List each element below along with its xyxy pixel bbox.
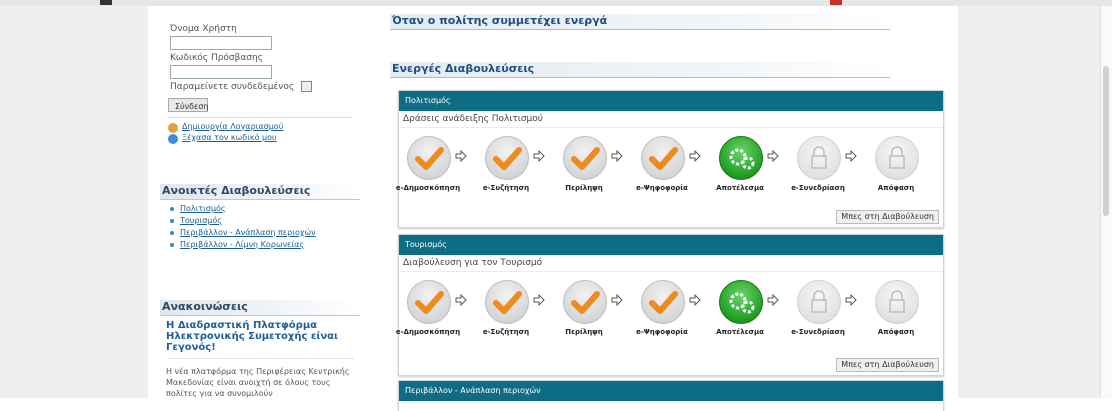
consultation-panel: Πολιτισμός Δράσεις ανάδειξης Πολιτισμού … xyxy=(396,90,944,228)
step-done-checkmark-icon[interactable] xyxy=(485,280,529,324)
step-locked-icon[interactable] xyxy=(797,136,841,180)
step-label: Αποτέλεσμα xyxy=(716,328,764,336)
step-done-checkmark-icon[interactable] xyxy=(641,280,685,324)
username-label: Όνομα Χρήστη xyxy=(170,24,237,34)
page-background-right xyxy=(958,6,1100,398)
process-steps: e-Δημοσκόπηση e-Συζήτηση Περίληψη e-Ψηφοφορ… xyxy=(396,272,943,342)
bullet-icon xyxy=(170,242,174,247)
help-icon xyxy=(168,134,178,144)
step-done-checkmark-icon[interactable] xyxy=(641,136,685,180)
sidebar: Όνομα Χρήστη Κωδικός Πρόσβασης Παραμείνε… xyxy=(160,6,360,398)
announcement-title[interactable]: Η Διαδραστική Πλατφόρμα Ηλεκτρονικής Συμ… xyxy=(166,320,356,353)
step-label: Περίληψη xyxy=(565,184,603,192)
step-done-checkmark-icon[interactable] xyxy=(563,280,607,324)
arrow-right-icon xyxy=(845,150,857,162)
step-label: Απόφαση xyxy=(877,184,915,192)
consultation-link[interactable]: Πολιτισμός xyxy=(180,204,226,213)
process-steps: e-Δημοσκόπηση e-Συζήτηση Περίληψη e-Ψηφοφορ… xyxy=(396,128,943,198)
consultation-link[interactable]: Τουρισμός xyxy=(180,216,222,225)
arrow-right-icon xyxy=(533,150,545,162)
arrow-right-icon xyxy=(767,150,779,162)
bullet-icon xyxy=(170,218,174,223)
step-locked-icon[interactable] xyxy=(875,136,919,180)
consultation-panel: Τουρισμός Διαβούλευση για τον Τουρισμό e… xyxy=(396,234,944,376)
bullet-icon xyxy=(170,206,174,211)
step-label: e-Συνεδρίαση xyxy=(791,328,845,336)
step-done-checkmark-icon[interactable] xyxy=(407,280,451,324)
list-item[interactable]: Περιβάλλον - Ανάπλαση περιοχών xyxy=(170,228,316,237)
remember-label: Παραμείνετε συνδεδεμένος xyxy=(170,82,295,92)
arrow-right-icon xyxy=(845,294,857,306)
page-background-left xyxy=(0,6,148,398)
active-consultations-heading: Ενεργές Διαβουλεύσεις xyxy=(390,62,890,78)
consultation-link[interactable]: Περιβάλλον - Λίμνη Κορωνείας xyxy=(180,240,304,249)
panel-subtitle: Διαβούλευση για τον Τουρισμό xyxy=(399,255,943,272)
bullet-icon xyxy=(170,230,174,235)
enter-consultation-button[interactable]: Μπες στη Διαβούλευση xyxy=(836,358,939,372)
arrow-right-icon xyxy=(455,294,467,306)
consultation-link[interactable]: Περιβάλλον - Ανάπλαση περιοχών xyxy=(180,228,316,237)
password-label: Κωδικός Πρόσβασης xyxy=(170,53,264,63)
password-input[interactable] xyxy=(170,65,272,79)
step-label: e-Ψηφοφορία xyxy=(636,184,688,192)
arrow-right-icon xyxy=(533,294,545,306)
step-label: Αποτέλεσμα xyxy=(716,184,764,192)
step-label: e-Συζήτηση xyxy=(482,328,530,336)
announcements-heading: Ανακοινώσεις xyxy=(160,300,360,316)
step-label: e-Δημοσκόπηση xyxy=(395,184,461,192)
step-active-gears-icon[interactable] xyxy=(719,136,763,180)
list-item[interactable]: Περιβάλλον - Λίμνη Κορωνείας xyxy=(170,240,304,249)
step-active-gears-icon[interactable] xyxy=(719,280,763,324)
citizen-heading: Όταν ο πολίτης συμμετέχει ενεργά xyxy=(390,14,890,30)
vertical-scrollbar[interactable] xyxy=(1100,6,1112,398)
forgot-password-link[interactable]: Ξέχασα τον κωδικό μου xyxy=(182,133,277,142)
step-label: e-Δημοσκόπηση xyxy=(395,328,461,336)
panel-title[interactable]: Πολιτισμός xyxy=(399,91,943,111)
panel-subtitle: Δράσεις ανάδειξης Πολιτισμού xyxy=(399,111,943,128)
arrow-right-icon xyxy=(455,150,467,162)
step-locked-icon[interactable] xyxy=(797,280,841,324)
panel-title[interactable]: Περιβάλλον - Ανάπλαση περιοχών xyxy=(399,381,943,401)
step-done-checkmark-icon[interactable] xyxy=(563,136,607,180)
step-locked-icon[interactable] xyxy=(875,280,919,324)
consultation-panel: Περιβάλλον - Ανάπλαση περιοχών xyxy=(398,380,944,411)
main-content: Όταν ο πολίτης συμμετέχει ενεργά Ενεργές… xyxy=(370,6,958,411)
list-item[interactable]: Τουρισμός xyxy=(170,216,222,225)
scrollbar-thumb[interactable] xyxy=(1103,66,1109,216)
step-label: Περίληψη xyxy=(565,328,603,336)
step-label: Απόφαση xyxy=(877,328,915,336)
divider xyxy=(168,117,353,118)
toolbar-marker xyxy=(830,0,842,5)
remember-checkbox[interactable] xyxy=(301,81,312,92)
arrow-right-icon xyxy=(689,294,701,306)
login-button[interactable]: Σύνδεση xyxy=(168,98,209,112)
arrow-right-icon xyxy=(611,150,623,162)
announcement-body: Η νέα πλατφόρμα της Περιφέρειας Κεντρική… xyxy=(166,367,350,398)
divider xyxy=(168,358,353,359)
create-account-link[interactable]: Δημιουργία Λογαριασμού xyxy=(182,122,283,131)
toolbar-marker xyxy=(100,0,112,5)
step-done-checkmark-icon[interactable] xyxy=(485,136,529,180)
arrow-right-icon xyxy=(767,294,779,306)
arrow-right-icon xyxy=(611,294,623,306)
user-add-icon xyxy=(168,123,178,133)
list-item[interactable]: Πολιτισμός xyxy=(170,204,226,213)
step-done-checkmark-icon[interactable] xyxy=(407,136,451,180)
step-label: e-Ψηφοφορία xyxy=(636,328,688,336)
username-input[interactable] xyxy=(170,36,272,50)
step-label: e-Συζήτηση xyxy=(482,184,530,192)
step-label: e-Συνεδρίαση xyxy=(791,184,845,192)
open-consultations-heading: Ανοικτές Διαβουλεύσεις xyxy=(160,184,360,200)
panel-title[interactable]: Τουρισμός xyxy=(399,235,943,255)
enter-consultation-button[interactable]: Μπες στη Διαβούλευση xyxy=(836,210,939,224)
arrow-right-icon xyxy=(689,150,701,162)
